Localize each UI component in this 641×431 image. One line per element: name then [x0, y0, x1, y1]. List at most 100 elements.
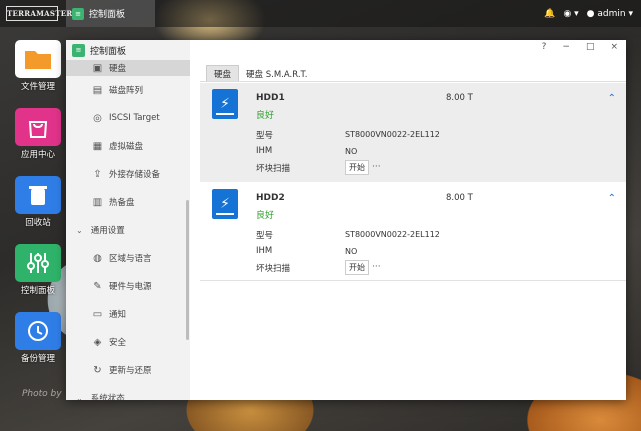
minimize-button[interactable]: −	[562, 42, 570, 52]
bad-block-scan-label: 坏块扫描	[256, 264, 291, 274]
sidebar-item-label: 通知	[109, 310, 127, 320]
globe-icon: ◍	[93, 252, 102, 264]
shield-icon: ◈	[93, 336, 102, 348]
hot-spare-icon: ▥	[92, 196, 103, 208]
user-icon: ●	[586, 8, 595, 19]
desktop-icon-recycle-bin[interactable]: 回收站	[14, 176, 62, 228]
sidebar-item-label: 更新与还原	[109, 366, 152, 376]
sidebar-item-label: 虚拟磁盘	[109, 142, 144, 152]
model-label: 型号	[256, 131, 274, 141]
folder-icon	[15, 40, 61, 78]
lightning-disk-icon: ⚡	[212, 89, 238, 119]
sidebar-item-region-language[interactable]: ◍ 区域与语言	[66, 244, 190, 272]
sidebar-item-disk[interactable]: ▣ 硬盘	[66, 60, 190, 76]
sidebar-item-label: 硬件与电源	[109, 282, 152, 292]
tab-disk[interactable]: 硬盘	[206, 65, 240, 82]
user-menu[interactable]: ● admin ▾	[587, 9, 633, 19]
chevron-down-icon: ⌄	[76, 393, 83, 401]
desktop-icon-label: 回收站	[25, 218, 51, 228]
sidebar-scrollbar[interactable]	[186, 200, 189, 340]
desktop-icon-file-manager[interactable]: 文件管理	[14, 40, 62, 92]
maximize-button[interactable]: □	[586, 42, 595, 52]
sidebar: ≡ 控制面板 ▣ 硬盘 ▤ 磁盘阵列 ◎ ISCSI Target ▦ 虚拟磁盘 ⇪ 外接…	[66, 40, 190, 400]
main-content: ? − □ × 硬盘 硬盘 S.M.A.R.T. ⚡ HDD1 良好 8.00 …	[190, 40, 626, 400]
globe-icon[interactable]: ◉ ▾	[563, 9, 578, 19]
chevron-up-icon[interactable]: ⌃	[608, 193, 616, 204]
lightning-disk-icon: ⚡	[212, 189, 238, 219]
window-controls: ? − □ ×	[542, 42, 618, 52]
more-options-icon[interactable]: ···	[372, 262, 381, 272]
disk-card[interactable]: ⚡ HDD1 良好 8.00 T ⌃ 型号 ST8000VN0022-2EL11…	[200, 83, 626, 182]
disk-name: HDD2	[256, 193, 285, 203]
top-right-controls: 🔔 ◉ ▾ ● admin ▾	[544, 0, 633, 27]
control-panel-icon: ≡	[72, 43, 85, 57]
ihm-value: NO	[345, 147, 358, 156]
sidebar-item-hot-spare[interactable]: ▥ 热备盘	[66, 188, 190, 216]
sidebar-item-label: 硬盘	[109, 64, 127, 74]
desktop-icon-backup[interactable]: 备份管理	[14, 312, 62, 364]
sidebar-group-label: 系统状态	[90, 394, 125, 400]
desktop-icon-label: 控制面板	[20, 286, 55, 296]
scan-start-button[interactable]: 开始	[345, 260, 369, 275]
sidebar-item-hardware-power[interactable]: ✎ 硬件与电源	[66, 272, 190, 300]
bad-block-scan-label: 坏块扫描	[256, 164, 291, 174]
model-label: 型号	[256, 231, 274, 241]
message-icon: ▭	[92, 308, 103, 320]
desktop-icon-control-panel[interactable]: 控制面板	[14, 244, 62, 296]
chevron-down-icon: ⌄	[76, 225, 83, 235]
wrench-icon: ✎	[93, 280, 102, 292]
sliders-icon	[15, 244, 61, 282]
photo-watermark: Photo by	[22, 389, 62, 399]
disk-size: 8.00 T	[446, 193, 473, 203]
disk-status: 良好	[256, 111, 275, 121]
sidebar-item-label: ISCSI Target	[109, 113, 160, 123]
sidebar-item-label: 安全	[109, 338, 127, 348]
close-button[interactable]: ×	[610, 42, 618, 52]
sidebar-item-iscsi[interactable]: ◎ ISCSI Target	[66, 104, 190, 132]
refresh-icon: ↻	[93, 364, 102, 376]
sidebar-item-label: 热备盘	[109, 198, 135, 208]
sidebar-item-virtual-disk[interactable]: ▦ 虚拟磁盘	[66, 132, 190, 160]
model-value: ST8000VN0022-2EL112	[345, 230, 440, 239]
sidebar-title-label: 控制面板	[90, 46, 127, 57]
tab-bar: 硬盘 硬盘 S.M.A.R.T.	[206, 65, 314, 82]
desktop-icon-label: 备份管理	[20, 354, 55, 364]
sidebar-item-notification[interactable]: ▭ 通知	[66, 300, 190, 328]
iscsi-icon: ◎	[93, 112, 102, 124]
disk-card[interactable]: ⚡ HDD2 良好 8.00 T ⌃ 型号 ST8000VN0022-2EL11…	[200, 183, 626, 281]
shopping-bag-icon	[15, 108, 61, 146]
top-bar: TERRAMASTER ≡ 控制面板 🔔 ◉ ▾ ● admin ▾	[0, 0, 641, 27]
sidebar-group-status[interactable]: ⌄ 系统状态	[66, 384, 190, 401]
username: admin	[597, 8, 626, 19]
sidebar-item-security[interactable]: ◈ 安全	[66, 328, 190, 356]
sidebar-item-update-restore[interactable]: ↻ 更新与还原	[66, 356, 190, 384]
sidebar-title: ≡ 控制面板	[66, 40, 190, 60]
external-storage-icon: ⇪	[93, 168, 102, 180]
disk-icon: ▣	[92, 62, 103, 74]
disk-name: HDD1	[256, 93, 285, 103]
chevron-up-icon[interactable]: ⌃	[608, 93, 616, 104]
sidebar-item-raid[interactable]: ▤ 磁盘阵列	[66, 76, 190, 104]
taskbar-tab-control-panel[interactable]: ≡ 控制面板	[66, 0, 155, 27]
terramaster-logo: TERRAMASTER	[6, 6, 72, 21]
desktop-icon-label: 文件管理	[20, 82, 55, 92]
sidebar-item-label: 磁盘阵列	[109, 86, 144, 96]
bell-icon[interactable]: 🔔	[544, 9, 555, 19]
control-panel-window: ≡ 控制面板 ▣ 硬盘 ▤ 磁盘阵列 ◎ ISCSI Target ▦ 虚拟磁盘 ⇪ 外接…	[66, 40, 626, 400]
scan-start-button[interactable]: 开始	[345, 160, 369, 175]
ihm-label: IHM	[256, 146, 273, 156]
model-value: ST8000VN0022-2EL112	[345, 130, 440, 139]
desktop-icon-app-center[interactable]: 应用中心	[14, 108, 62, 160]
control-panel-icon: ≡	[72, 7, 84, 20]
help-button[interactable]: ?	[542, 42, 547, 52]
recycle-bin-icon	[15, 176, 61, 214]
disk-size: 8.00 T	[446, 93, 473, 103]
sidebar-item-label: 外接存储设备	[109, 170, 161, 180]
desktop-icon-label: 应用中心	[20, 150, 55, 160]
ihm-label: IHM	[256, 246, 273, 256]
tab-smart[interactable]: 硬盘 S.M.A.R.T.	[239, 65, 314, 82]
backup-clock-icon	[15, 312, 61, 350]
sidebar-item-external-storage[interactable]: ⇪ 外接存储设备	[66, 160, 190, 188]
more-options-icon[interactable]: ···	[372, 162, 381, 172]
sidebar-group-general[interactable]: ⌄ 通用设置	[66, 216, 190, 244]
